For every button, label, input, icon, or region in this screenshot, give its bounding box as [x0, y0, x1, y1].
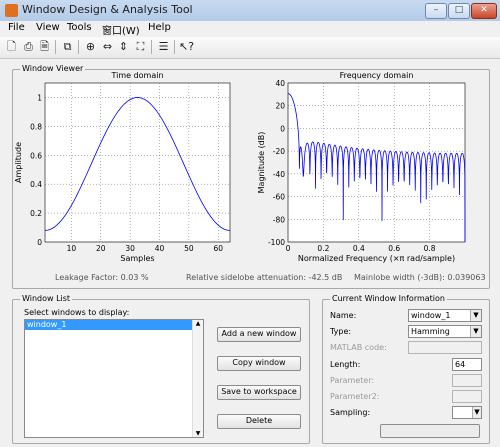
x-tick-label: 30: [125, 244, 135, 253]
x-tick-label: 0.2: [317, 244, 329, 253]
scroll-up-icon[interactable]: ▲: [193, 320, 203, 327]
y-tick-label: 1: [37, 93, 42, 102]
save-workspace-button[interactable]: Save to workspace: [217, 385, 301, 400]
matlab-icon: [5, 4, 18, 17]
x-tick-label: 0: [286, 244, 291, 253]
sampling-label: Sampling:: [330, 408, 371, 417]
time-domain-plot: Time domain 10 20 30 40 50 60 0 0.2 0.4 0.6 0.8 1 Sam…: [14, 71, 231, 263]
main-area: Window Viewer Time domain 10 20 30 40 50 60 0 0.…: [0, 59, 500, 447]
y-tick-label: -100: [268, 238, 285, 247]
minimize-button[interactable]: –: [425, 3, 447, 19]
window-title: Window Design & Analysis Tool: [22, 3, 193, 16]
chevron-down-icon[interactable]: ▼: [470, 326, 481, 337]
menu-help[interactable]: Help: [148, 22, 171, 33]
menu-bar: File View Tools 窗口(W) Help: [0, 21, 500, 37]
x-axis-label: Normalized Frequency (×π rad/sample): [298, 254, 455, 263]
plot-title: Time domain: [110, 71, 163, 80]
menu-window[interactable]: 窗口(W): [102, 22, 140, 37]
y-tick-label: 20: [275, 102, 285, 111]
length-field[interactable]: 64: [452, 358, 482, 371]
close-button[interactable]: ✕: [471, 3, 497, 19]
x-tick-label: 0.8: [424, 244, 436, 253]
zoom-in-icon[interactable]: ⊕: [83, 39, 98, 54]
frequency-domain-plot: Frequency domain 0 0.2 0.4 0.6 0.8 -100 -80 -60 -…: [257, 71, 466, 263]
matlab-code-field: [408, 341, 482, 354]
y-tick-label: 40: [275, 79, 285, 88]
length-label: Length:: [330, 360, 361, 369]
parameter2-field: [452, 390, 482, 403]
x-tick-label: 0.4: [353, 244, 365, 253]
list-scrollbar[interactable]: ▲ ▼: [192, 320, 203, 437]
x-tick-label: 40: [155, 244, 165, 253]
full-view-icon[interactable]: ⛶: [133, 39, 148, 54]
y-tick-label: 0: [280, 124, 285, 133]
print-icon[interactable]: ⎙: [21, 39, 36, 54]
legend-icon[interactable]: ☰: [156, 39, 171, 54]
list-item[interactable]: window_1: [25, 320, 203, 330]
name-field[interactable]: window_1 ▼: [408, 309, 482, 322]
y-tick-label: 0.2: [30, 209, 42, 218]
select-windows-label: Select windows to display:: [24, 308, 130, 317]
toolbar-separator: [55, 40, 56, 54]
title-bar: Window Design & Analysis Tool – □ ✕: [0, 0, 500, 22]
parameter2-label: Parameter2:: [330, 392, 380, 401]
y-tick-label: -60: [273, 193, 285, 202]
leakage-factor: Leakage Factor: 0.03 %: [55, 273, 149, 282]
x-axis-label: Samples: [120, 254, 154, 263]
menu-file[interactable]: File: [8, 22, 25, 33]
x-tick-label: 20: [96, 244, 106, 253]
toolbar-separator: [174, 40, 175, 54]
x-tick-label: 50: [184, 244, 194, 253]
maximize-button[interactable]: □: [448, 3, 470, 19]
zoom-y-icon[interactable]: ⇕: [116, 39, 131, 54]
sampling-select[interactable]: ▼: [452, 406, 482, 419]
new-icon[interactable]: 🗋: [4, 39, 19, 54]
plot-area: [287, 82, 466, 243]
y-tick-label: 0: [37, 238, 42, 247]
sidelobe-attenuation: Relative sidelobe attenuation: -42.5 dB: [186, 273, 343, 282]
menu-view[interactable]: View: [36, 22, 60, 33]
window-listbox[interactable]: window_1 ▲ ▼: [24, 319, 204, 438]
x-tick-label: 0.6: [388, 244, 400, 253]
name-value: window_1: [411, 311, 451, 320]
zoom-x-icon[interactable]: ⇔: [100, 39, 115, 54]
toolbar: 🗋 ⎙ 🗎 ⧉ ⊕ ⇔ ⇕ ⛶ ☰ ↖?: [0, 37, 500, 59]
toolbar-separator: [78, 40, 79, 54]
chevron-down-icon[interactable]: ▼: [472, 407, 481, 418]
parameter-field: [452, 374, 482, 387]
menu-tools[interactable]: Tools: [67, 22, 92, 33]
y-tick-label: -80: [273, 215, 285, 224]
y-tick-label: 0.8: [30, 122, 42, 131]
y-axis-label: Magnitude (dB): [257, 132, 266, 194]
name-label: Name:: [330, 311, 357, 320]
add-window-button[interactable]: Add a new window: [217, 327, 301, 342]
window-list-title: Window List: [20, 294, 73, 303]
y-tick-label: 0.4: [30, 180, 42, 189]
y-tick-label: 0.6: [30, 151, 42, 160]
print-preview-icon[interactable]: 🗎: [37, 39, 52, 54]
delete-button[interactable]: Delete: [217, 414, 301, 429]
copy-icon[interactable]: ⧉: [60, 39, 75, 54]
toolbar-separator: [151, 40, 152, 54]
apply-button: [380, 424, 480, 438]
y-tick-label: -20: [273, 147, 285, 156]
plot-title: Frequency domain: [340, 71, 414, 80]
whats-this-icon[interactable]: ↖?: [179, 39, 194, 54]
copy-window-button[interactable]: Copy window: [217, 356, 301, 371]
type-value: Hamming: [411, 327, 450, 336]
parameter-label: Parameter:: [330, 376, 375, 385]
y-axis-label: Amplitude: [14, 142, 23, 183]
matlab-code-label: MATLAB code:: [330, 343, 387, 352]
x-tick-label: 10: [67, 244, 77, 253]
current-window-title: Current Window Information: [330, 294, 447, 303]
x-tick-label: 60: [213, 244, 223, 253]
chevron-down-icon[interactable]: ▼: [470, 310, 481, 321]
scroll-down-icon[interactable]: ▼: [193, 430, 203, 437]
y-tick-label: -40: [273, 170, 285, 179]
type-label: Type:: [330, 327, 352, 336]
mainlobe-width: Mainlobe width (-3dB): 0.039063: [354, 273, 486, 282]
plot-area: [44, 82, 231, 243]
type-select[interactable]: Hamming ▼: [408, 325, 482, 338]
